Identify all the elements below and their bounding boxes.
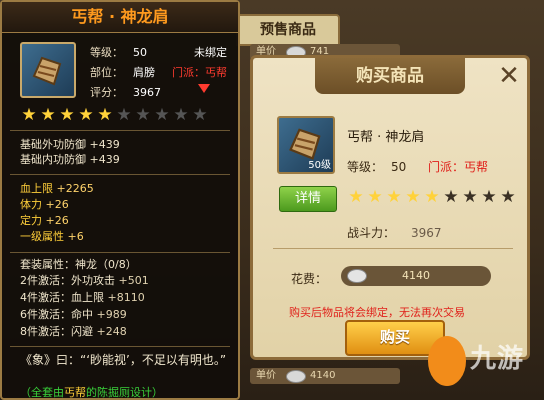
- star-rating: ★ ★ ★ ★ ★ ★ ★ ★ ★: [347, 188, 517, 206]
- star-filled-icon: ★: [59, 105, 75, 125]
- star-empty-icon: ★: [500, 187, 516, 207]
- star-empty-icon: ★: [173, 105, 189, 125]
- price-value: 4140: [310, 370, 336, 381]
- flavor-quote: 《象》曰：“‘眇能视’，不足以有明也。”: [20, 353, 227, 367]
- item-tooltip: 丐帮 · 神龙肩 等级： 50 未绑定 部位： 肩膀 门派：丐帮 评分： 3967 ★…: [0, 0, 240, 400]
- price-label: 单价: [256, 370, 276, 381]
- set-header: 套装属性：神龙（0/8）: [20, 258, 137, 271]
- star-filled-icon: ★: [405, 187, 421, 207]
- set-attribute: 2件激活：外功攻击 +501: [20, 274, 149, 288]
- star-filled-icon: ★: [21, 105, 37, 125]
- cost-value: 4140: [402, 269, 430, 282]
- dialog-title: 购买商品: [315, 58, 465, 94]
- attr-value: +2265: [53, 182, 94, 195]
- bonus-attribute: 定力 +26: [20, 214, 69, 228]
- base-attribute: 基础内功防御 +439: [20, 153, 120, 167]
- attr-value: +26: [42, 214, 69, 227]
- attr-value: +439: [86, 138, 120, 151]
- tooltip-score: 评分： 3967: [90, 86, 161, 99]
- divider: [10, 174, 230, 175]
- star-filled-icon: ★: [348, 187, 364, 207]
- bind-warning: 购买后物品将会绑定，无法再次交易: [289, 306, 465, 319]
- close-icon[interactable]: ✕: [497, 63, 521, 89]
- divider: [10, 130, 230, 131]
- attr-value: +248: [93, 325, 127, 338]
- item-level-badge: 50级: [308, 160, 331, 171]
- set-attribute: 6件激活：命中 +989: [20, 308, 127, 322]
- star-rating: ★ ★ ★ ★ ★ ★ ★ ★ ★ ★: [20, 106, 209, 124]
- item-level: 等级： 50: [347, 160, 407, 174]
- divider: [10, 346, 230, 347]
- attr-label: 6件激活：命中: [20, 308, 93, 321]
- detail-button[interactable]: 详情: [279, 186, 337, 212]
- set-attribute: 4件激活：血上限 +8110: [20, 291, 145, 305]
- star-filled-icon: ★: [367, 187, 383, 207]
- star-filled-icon: ★: [97, 105, 113, 125]
- star-empty-icon: ★: [462, 187, 478, 207]
- star-empty-icon: ★: [116, 105, 132, 125]
- silver-coin-icon: [286, 370, 306, 383]
- tab-presale[interactable]: 预售商品: [236, 14, 340, 46]
- attr-label: 基础内功防御: [20, 153, 86, 166]
- attr-label: 定力: [20, 214, 42, 227]
- tooltip-sect: 门派：丐帮: [172, 66, 227, 79]
- set-designer-note: （全套由丐帮的陈掘厕设计）: [20, 386, 163, 399]
- star-empty-icon: ★: [443, 187, 459, 207]
- attr-value: +6: [64, 230, 84, 243]
- star-filled-icon: ★: [78, 105, 94, 125]
- shoulder-armor-icon: [20, 42, 76, 98]
- bonus-attribute: 体力 +26: [20, 198, 69, 212]
- bind-status: 未绑定: [194, 46, 227, 59]
- attr-label: 一级属性: [20, 230, 64, 243]
- cost-label: 花费：: [291, 272, 328, 286]
- star-filled-icon: ★: [424, 187, 440, 207]
- attr-value: +26: [42, 198, 69, 211]
- tooltip-level: 等级： 50: [90, 46, 147, 59]
- bonus-attribute: 一级属性 +6: [20, 230, 84, 244]
- star-empty-icon: ★: [481, 187, 497, 207]
- divider: [273, 248, 513, 249]
- tooltip-title: 丐帮 · 神龙肩: [2, 2, 238, 33]
- set-attribute: 8件激活：闪避 +248: [20, 325, 127, 339]
- attr-label: 体力: [20, 198, 42, 211]
- attr-value: +989: [93, 308, 127, 321]
- attr-label: 基础外功防御: [20, 138, 86, 151]
- tooltip-part: 部位： 肩膀: [90, 66, 155, 79]
- divider: [10, 252, 230, 253]
- score-down-arrow-icon: [198, 84, 210, 93]
- attr-value: +439: [86, 153, 120, 166]
- attr-value: +8110: [104, 291, 145, 304]
- watermark-text: 九游: [470, 344, 525, 374]
- star-filled-icon: ★: [40, 105, 56, 125]
- watermark: 九游: [424, 330, 544, 396]
- star-empty-icon: ★: [154, 105, 170, 125]
- base-attribute: 基础外功防御 +439: [20, 138, 120, 152]
- star-filled-icon: ★: [386, 187, 402, 207]
- star-empty-icon: ★: [135, 105, 151, 125]
- attr-value: +501: [115, 274, 149, 287]
- combat-power: 战斗力： 3967: [347, 226, 442, 240]
- item-sect: 门派：丐帮: [428, 160, 489, 174]
- item-name: 丐帮 · 神龙肩: [347, 130, 425, 145]
- purchase-dialog: 购买商品 ✕ 50级 丐帮 · 神龙肩 等级： 50 门派：丐帮 详情 ★ ★ ★ ★ ★…: [250, 55, 530, 360]
- cost-field: 4140: [341, 266, 491, 286]
- price-strip-bottom: 单价 4140: [250, 368, 400, 384]
- attr-label: 4件激活：血上限: [20, 291, 104, 304]
- attr-label: 血上限: [20, 182, 53, 195]
- watermark-logo-icon: [428, 336, 466, 386]
- attr-label: 2件激活：外功攻击: [20, 274, 115, 287]
- bonus-attribute: 血上限 +2265: [20, 182, 94, 196]
- shoulder-armor-icon: 50级: [277, 116, 335, 174]
- attr-label: 8件激活：闪避: [20, 325, 93, 338]
- star-empty-icon: ★: [192, 105, 208, 125]
